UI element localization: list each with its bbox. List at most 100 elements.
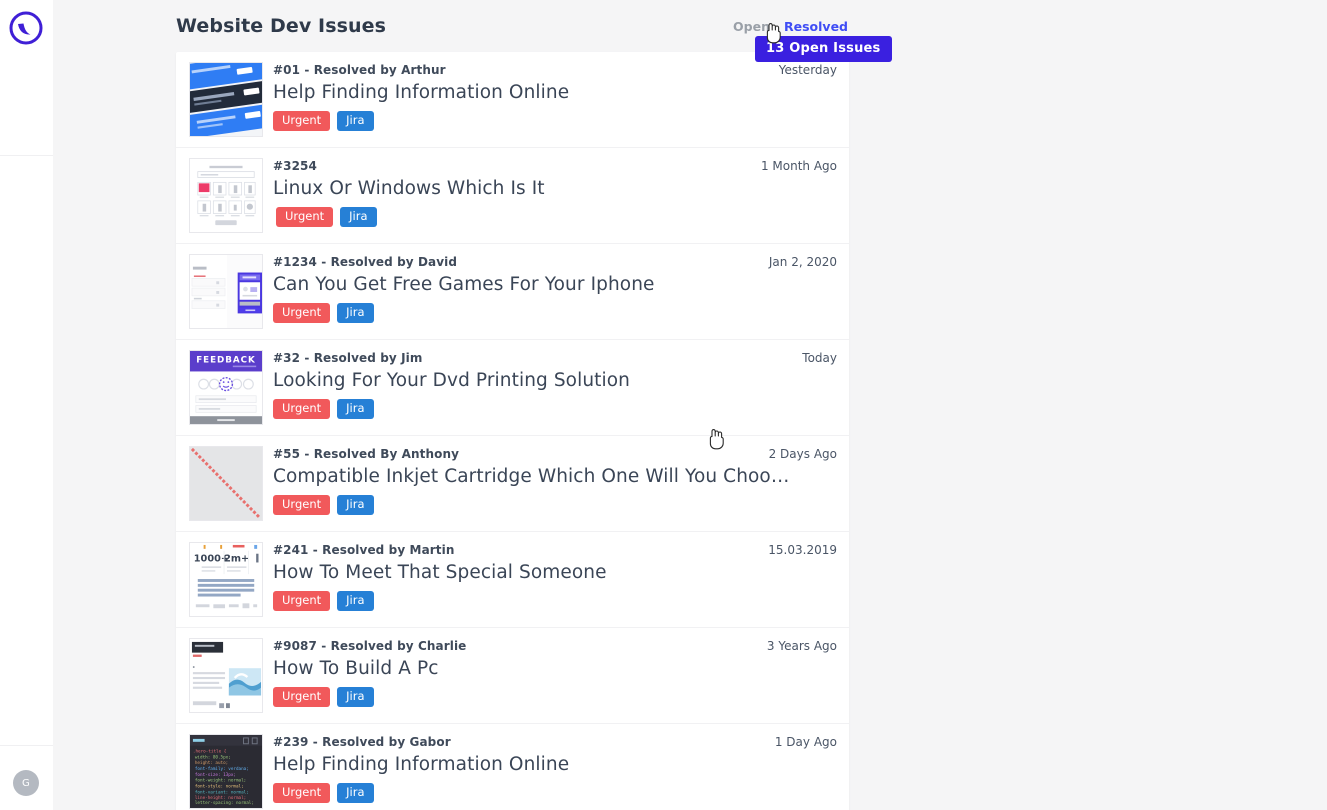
sidebar: G xyxy=(0,0,53,810)
issue-meta: #9087 - Resolved by Charlie 3 Years Ago xyxy=(273,639,837,653)
status-badge-jira[interactable]: Jira xyxy=(337,783,374,804)
issue-row[interactable]: #9087 - Resolved by Charlie 3 Years Ago … xyxy=(176,628,849,724)
svg-text:font-weight: normal;: font-weight: normal; xyxy=(195,778,246,784)
issue-title[interactable]: How To Meet That Special Someone xyxy=(273,562,837,583)
svg-text:font-size: 13px;: font-size: 13px; xyxy=(195,772,236,778)
status-badge-jira[interactable]: Jira xyxy=(337,303,374,324)
status-badge-urgent[interactable]: Urgent xyxy=(273,687,331,708)
issue-meta: #32 - Resolved by Jim Today xyxy=(273,351,837,365)
issue-id: #9087 - Resolved by Charlie xyxy=(273,639,467,653)
status-badge-jira[interactable]: Jira xyxy=(337,495,374,516)
device-grid-form-thumbnail xyxy=(189,158,263,233)
status-badge-jira[interactable]: Jira xyxy=(340,207,377,228)
issue-time: Jan 2, 2020 xyxy=(768,255,837,269)
issue-title[interactable]: Help Finding Information Online xyxy=(273,82,837,103)
issue-time: 3 Years Ago xyxy=(766,639,837,653)
issue-title[interactable]: Looking For Your Dvd Printing Solution xyxy=(273,370,837,391)
issue-badges: Urgent Jira xyxy=(273,303,837,324)
feedback-form-thumbnail: FEEDBACK xyxy=(189,350,263,425)
status-badge-urgent[interactable]: Urgent xyxy=(273,495,331,516)
status-badge-urgent[interactable]: Urgent xyxy=(273,783,331,804)
issue-body: #9087 - Resolved by Charlie 3 Years Ago … xyxy=(273,638,837,708)
svg-text:font-variant: normal;: font-variant: normal; xyxy=(195,789,249,795)
status-badge-jira[interactable]: Jira xyxy=(337,591,374,612)
tab-resolved[interactable]: Resolved xyxy=(784,19,848,34)
issue-time: 1 Month Ago xyxy=(760,159,837,173)
issue-time: Today xyxy=(802,351,837,365)
status-badge-jira[interactable]: Jira xyxy=(337,687,374,708)
issue-list: #01 - Resolved by Arthur Yesterday Help … xyxy=(176,52,849,810)
issue-body: #239 - Resolved by Gabor 1 Day Ago Help … xyxy=(273,734,837,804)
code-editor-thumbnail: .hero-title { width: 80.5px; height: aut… xyxy=(189,734,263,809)
sidebar-divider-bottom xyxy=(0,745,53,746)
issue-title[interactable]: Help Finding Information Online xyxy=(273,754,837,775)
issue-row[interactable]: #01 - Resolved by Arthur Yesterday Help … xyxy=(176,52,849,148)
open-issues-tooltip: 13 Open Issues xyxy=(755,36,892,62)
issue-meta: #239 - Resolved by Gabor 1 Day Ago xyxy=(273,735,837,749)
issue-badges: Urgent Jira xyxy=(273,399,837,420)
svg-text:width: 80.5px;: width: 80.5px; xyxy=(195,754,231,760)
issue-badges: Urgent Jira xyxy=(276,207,837,228)
avatar[interactable]: G xyxy=(13,770,39,796)
issue-meta: #241 - Resolved by Martin 15.03.2019 xyxy=(273,543,837,557)
status-badge-urgent[interactable]: Urgent xyxy=(273,111,331,132)
svg-text:2m+: 2m+ xyxy=(224,554,249,565)
status-badge-jira[interactable]: Jira xyxy=(337,399,374,420)
blue-cards-thumbnail xyxy=(189,62,263,137)
status-badge-urgent[interactable]: Urgent xyxy=(273,303,331,324)
svg-text:font-family: verdana;: font-family: verdana; xyxy=(195,766,249,772)
issue-time: Yesterday xyxy=(778,63,837,77)
page-header: Website Dev Issues Open Resolved xyxy=(176,0,849,52)
status-badge-urgent[interactable]: Urgent xyxy=(273,591,331,612)
issue-meta: #55 - Resolved By Anthony 2 Days Ago xyxy=(273,447,837,461)
issue-id: #3254 xyxy=(273,159,317,173)
issue-row[interactable]: #3254 1 Month Ago Linux Or Windows Which… xyxy=(176,148,849,244)
issue-time: 2 Days Ago xyxy=(768,447,837,461)
issue-badges: Urgent Jira xyxy=(273,111,837,132)
issue-id: #241 - Resolved by Martin xyxy=(273,543,455,557)
issue-body: #32 - Resolved by Jim Today Looking For … xyxy=(273,350,837,420)
issue-id: #01 - Resolved by Arthur xyxy=(273,63,446,77)
issue-row[interactable]: #55 - Resolved By Anthony 2 Days Ago Com… xyxy=(176,436,849,532)
issue-badges: Urgent Jira xyxy=(273,495,837,516)
svg-text:letter-spacing: normal;: letter-spacing: normal; xyxy=(195,800,254,806)
issue-row[interactable]: .hero-title { width: 80.5px; height: aut… xyxy=(176,724,849,810)
issue-row[interactable]: FEEDBACK #32 - Resolved by Jim Today Loo… xyxy=(176,340,849,436)
issue-body: #3254 1 Month Ago Linux Or Windows Which… xyxy=(273,158,837,228)
page-title: Website Dev Issues xyxy=(176,15,387,37)
svg-text:FEEDBACK: FEEDBACK xyxy=(196,356,256,366)
issue-title[interactable]: Can You Get Free Games For Your Iphone xyxy=(273,274,837,295)
issue-body: #1234 - Resolved by David Jan 2, 2020 Ca… xyxy=(273,254,837,324)
issue-meta: #3254 1 Month Ago xyxy=(273,159,837,173)
issue-title[interactable]: How To Build A Pc xyxy=(273,658,837,679)
main-content: Website Dev Issues Open Resolved 13 Open… xyxy=(53,0,1327,810)
status-badge-urgent[interactable]: Urgent xyxy=(273,399,331,420)
issue-body: #01 - Resolved by Arthur Yesterday Help … xyxy=(273,62,837,132)
issue-id: #55 - Resolved By Anthony xyxy=(273,447,460,461)
issue-id: #1234 - Resolved by David xyxy=(273,255,458,269)
issue-body: #55 - Resolved By Anthony 2 Days Ago Com… xyxy=(273,446,837,516)
issue-title[interactable]: Linux Or Windows Which Is It xyxy=(273,178,837,199)
sidebar-divider-top xyxy=(0,155,53,156)
filter-tabs: Open Resolved xyxy=(733,19,849,34)
issue-row[interactable]: 1000+ 2m+ #241 - Resolved by Martin 15.0… xyxy=(176,532,849,628)
tab-open[interactable]: Open xyxy=(733,19,770,34)
broken-image-thumbnail xyxy=(189,446,263,521)
issue-badges: Urgent Jira xyxy=(273,591,837,612)
purple-panel-page-thumbnail xyxy=(189,254,263,329)
svg-text:.hero-title {: .hero-title { xyxy=(193,749,227,755)
issue-id: #32 - Resolved by Jim xyxy=(273,351,423,365)
issue-time: 15.03.2019 xyxy=(768,543,837,557)
svg-text:height: auto;: height: auto; xyxy=(195,760,228,766)
status-badge-jira[interactable]: Jira xyxy=(337,111,374,132)
issue-body: #241 - Resolved by Martin 15.03.2019 How… xyxy=(273,542,837,612)
issue-meta: #1234 - Resolved by David Jan 2, 2020 xyxy=(273,255,837,269)
smiley-logo-icon[interactable] xyxy=(9,11,43,45)
issue-badges: Urgent Jira xyxy=(273,687,837,708)
svg-text:font-style: normal;: font-style: normal; xyxy=(195,784,244,790)
issue-meta: #01 - Resolved by Arthur Yesterday xyxy=(273,63,837,77)
issue-row[interactable]: #1234 - Resolved by David Jan 2, 2020 Ca… xyxy=(176,244,849,340)
issue-id: #239 - Resolved by Gabor xyxy=(273,735,451,749)
issue-title[interactable]: Compatible Inkjet Cartridge Which One Wi… xyxy=(273,466,837,487)
status-badge-urgent[interactable]: Urgent xyxy=(276,207,334,228)
